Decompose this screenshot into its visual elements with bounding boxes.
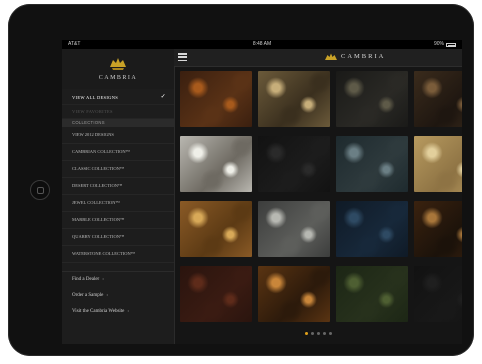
menu-icon[interactable]	[178, 53, 187, 61]
chevron-right-icon: ›	[127, 309, 130, 314]
top-bar: CAMBRIA	[174, 49, 462, 67]
sidebar-link-label: Find a Dealer	[72, 277, 100, 282]
sidebar-item-label: VIEW ALL DESIGNS	[72, 95, 119, 100]
collection-item[interactable]: CLASSIC COLLECTION™	[62, 161, 174, 178]
lion-logo-icon	[325, 53, 337, 60]
sidebar-links: Find a Dealer › Order a Sample › Visit the C…	[62, 271, 174, 320]
status-bar: AT&T 8:48 AM 90%	[62, 40, 462, 49]
collections-header: COLLECTIONS	[62, 119, 174, 127]
chevron-right-icon: ›	[106, 293, 109, 298]
sidebar-link[interactable]: Order a Sample ›	[62, 288, 174, 304]
collection-item[interactable]: VIEW 2012 DESIGNS	[62, 127, 174, 144]
page-dot[interactable]	[304, 331, 308, 335]
design-tile[interactable]	[258, 136, 330, 192]
sidebar-brand-text: CAMBRIA	[98, 75, 138, 81]
page-dot[interactable]	[310, 331, 314, 335]
sidebar-link-label: Order a Sample	[72, 293, 104, 298]
design-tile[interactable]	[180, 136, 252, 192]
checkmark-icon: ✓	[160, 94, 166, 100]
sidebar-link[interactable]: Visit the Cambria Website ›	[62, 304, 174, 320]
collection-item[interactable]: DESERT COLLECTION™	[62, 178, 174, 195]
page-dot[interactable]	[316, 331, 320, 335]
chevron-right-icon: ›	[102, 277, 104, 282]
sidebar-item-view-all[interactable]: VIEW ALL DESIGNS ✓	[62, 91, 174, 105]
app-screen: AT&T 8:48 AM 90% CAMBRIA VIEW ALL DESIGN…	[62, 40, 462, 344]
design-tile[interactable]	[336, 71, 408, 127]
lion-logo-icon	[110, 58, 126, 70]
sidebar-item-favorites[interactable]: VIEW FAVORITES	[62, 105, 174, 119]
collection-item[interactable]: JEWEL COLLECTION™	[62, 195, 174, 212]
collection-item[interactable]: MARBLE COLLECTION™	[62, 212, 174, 229]
sidebar: CAMBRIA VIEW ALL DESIGNS ✓ VIEW FAVORITE…	[62, 49, 175, 344]
home-button-icon	[36, 186, 44, 194]
home-button[interactable]	[30, 180, 50, 200]
collection-item[interactable]: WATERSTONE COLLECTION™	[62, 246, 174, 263]
design-tile[interactable]	[258, 201, 330, 257]
battery-icon	[446, 43, 456, 47]
tablet-frame: AT&T 8:48 AM 90% CAMBRIA VIEW ALL DESIGN…	[8, 4, 474, 356]
design-tile[interactable]	[414, 266, 462, 322]
sidebar-item-label: VIEW FAVORITES	[72, 109, 113, 114]
design-tile[interactable]	[180, 71, 252, 127]
battery-percent: 90%	[433, 41, 444, 47]
sidebar-menu: VIEW ALL DESIGNS ✓ VIEW FAVORITES COLLEC…	[62, 91, 174, 263]
clock: 8:48 AM	[252, 41, 272, 47]
design-tile[interactable]	[180, 266, 252, 322]
design-tile[interactable]	[180, 201, 252, 257]
design-tile[interactable]	[258, 266, 330, 322]
page-dot[interactable]	[328, 331, 332, 335]
designs-grid	[180, 71, 462, 329]
collections-list: VIEW 2012 DESIGNS CAMBRIAN COLLECTION™ CLA…	[62, 127, 174, 263]
page-dot[interactable]	[322, 331, 326, 335]
sidebar-link[interactable]: Find a Dealer ›	[62, 272, 174, 288]
top-bar-brand: CAMBRIA	[341, 53, 386, 60]
sidebar-link-label: Visit the Cambria Website	[72, 309, 125, 314]
design-tile[interactable]	[414, 201, 462, 257]
design-tile[interactable]	[336, 266, 408, 322]
design-tile[interactable]	[414, 71, 462, 127]
collection-item[interactable]: CAMBRIAN COLLECTION™	[62, 144, 174, 161]
collection-item[interactable]: QUARRY COLLECTION™	[62, 229, 174, 246]
design-tile[interactable]	[414, 136, 462, 192]
sidebar-logo: CAMBRIA	[62, 49, 174, 89]
design-tile[interactable]	[336, 201, 408, 257]
design-tile[interactable]	[258, 71, 330, 127]
design-tile[interactable]	[336, 136, 408, 192]
page-indicator[interactable]	[174, 329, 462, 337]
